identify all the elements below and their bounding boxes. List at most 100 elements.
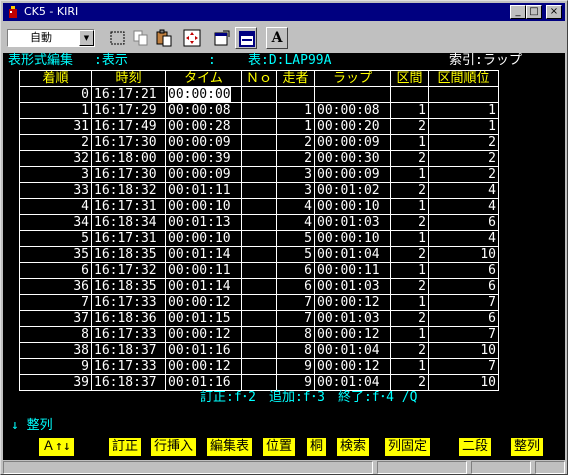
table-cell-section[interactable]: 1 [390, 358, 429, 375]
table-row[interactable]: 3 16:17:30 00:00:09 3 00:00:09 1 2 [19, 166, 499, 183]
table-cell-taim[interactable]: 00:00:00 [165, 86, 242, 103]
table-row[interactable]: 1 16:17:29 00:00:08 1 00:00:08 1 1 [19, 102, 499, 119]
table-cell-taim[interactable]: 00:01:16 [165, 374, 242, 391]
table-cell-runner[interactable]: 8 [276, 342, 315, 359]
table-cell-time[interactable]: 16:17:29 [91, 102, 166, 119]
minimize-button[interactable]: _ [510, 5, 526, 19]
table-cell-rank[interactable]: 35 [19, 246, 92, 263]
table-row[interactable]: 2 16:17:30 00:00:09 2 00:00:09 1 2 [19, 134, 499, 151]
table-cell-time[interactable]: 16:17:21 [91, 86, 166, 103]
table-cell-rank[interactable]: 9 [19, 358, 92, 375]
table-cell-no[interactable] [241, 326, 277, 343]
table-cell-runner[interactable]: 3 [276, 166, 315, 183]
table-cell-runner[interactable] [276, 86, 315, 103]
table-cell-section[interactable]: 2 [390, 182, 429, 199]
table-cell-no[interactable] [241, 342, 277, 359]
table-cell-no[interactable] [241, 118, 277, 135]
close-button[interactable]: × [546, 5, 562, 19]
table-cell-taim[interactable]: 00:00:12 [165, 358, 242, 375]
table-cell-section-rank[interactable] [428, 86, 499, 103]
table-cell-rank[interactable]: 1 [19, 102, 92, 119]
table-cell-runner[interactable]: 5 [276, 246, 315, 263]
paste-button[interactable] [153, 27, 175, 49]
table-cell-lap[interactable]: 00:00:12 [314, 294, 391, 311]
properties-button[interactable] [211, 27, 233, 49]
table-cell-lap[interactable]: 00:00:12 [314, 326, 391, 343]
table-cell-time[interactable]: 16:17:33 [91, 326, 166, 343]
table-cell-runner[interactable]: 1 [276, 118, 315, 135]
table-cell-section[interactable]: 2 [390, 342, 429, 359]
table-row[interactable]: 6 16:17:32 00:00:11 6 00:00:11 1 6 [19, 262, 499, 279]
table-cell-no[interactable] [241, 310, 277, 327]
table-cell-rank[interactable]: 37 [19, 310, 92, 327]
table-cell-lap[interactable]: 00:00:30 [314, 150, 391, 167]
table-cell-lap[interactable]: 00:01:04 [314, 246, 391, 263]
table-cell-section-rank[interactable]: 2 [428, 134, 499, 151]
table-cell-section-rank[interactable]: 10 [428, 342, 499, 359]
table-row[interactable]: 37 16:18:36 00:01:15 7 00:01:03 2 6 [19, 310, 499, 327]
table-cell-section-rank[interactable]: 2 [428, 150, 499, 167]
table-cell-lap[interactable]: 00:00:10 [314, 198, 391, 215]
maximize-button[interactable]: □ [526, 5, 542, 19]
table-cell-lap[interactable]: 00:00:09 [314, 166, 391, 183]
table-cell-no[interactable] [241, 102, 277, 119]
table-cell-time[interactable]: 16:17:31 [91, 230, 166, 247]
column-header[interactable]: タイム [165, 70, 242, 87]
table-cell-section-rank[interactable]: 4 [428, 230, 499, 247]
table-cell-no[interactable] [241, 134, 277, 151]
table-cell-time[interactable]: 16:17:32 [91, 262, 166, 279]
table-cell-time[interactable]: 16:18:35 [91, 246, 166, 263]
table-row[interactable]: 39 16:18:37 00:01:16 9 00:01:04 2 10 [19, 374, 499, 391]
table-cell-lap[interactable]: 00:00:12 [314, 358, 391, 375]
table-cell-lap[interactable]: 00:01:04 [314, 342, 391, 359]
table-cell-section-rank[interactable]: 6 [428, 214, 499, 231]
table-cell-taim[interactable]: 00:01:11 [165, 182, 242, 199]
table-cell-section-rank[interactable]: 7 [428, 326, 499, 343]
fkey-3[interactable]: 行挿入 [151, 438, 197, 456]
table-cell-runner[interactable]: 3 [276, 182, 315, 199]
table-cell-runner[interactable]: 2 [276, 150, 315, 167]
fkey-6[interactable]: 桐 [307, 438, 327, 456]
table-cell-taim[interactable]: 00:00:09 [165, 166, 242, 183]
table-cell-section-rank[interactable]: 1 [428, 102, 499, 119]
column-header[interactable]: 時刻 [91, 70, 166, 87]
table-cell-runner[interactable]: 2 [276, 134, 315, 151]
table-cell-runner[interactable]: 6 [276, 278, 315, 295]
table-row[interactable]: 5 16:17:31 00:00:10 5 00:00:10 1 4 [19, 230, 499, 247]
table-row[interactable]: 32 16:18:00 00:00:39 2 00:00:30 2 2 [19, 150, 499, 167]
table-cell-rank[interactable]: 7 [19, 294, 92, 311]
table-row[interactable]: 4 16:17:31 00:00:10 4 00:00:10 1 4 [19, 198, 499, 215]
fkey-2[interactable]: 訂正 [109, 438, 142, 456]
table-cell-no[interactable] [241, 86, 277, 103]
table-cell-section[interactable]: 2 [390, 118, 429, 135]
table-cell-taim[interactable]: 00:00:12 [165, 326, 242, 343]
table-cell-lap[interactable]: 00:00:20 [314, 118, 391, 135]
data-table[interactable]: 着順 時刻 タイム Ｎｏ 走者 ラップ 区間 区間順位 0 16:17:21 00:… [19, 70, 499, 391]
table-cell-taim[interactable]: 00:01:14 [165, 246, 242, 263]
table-cell-runner[interactable]: 1 [276, 102, 315, 119]
table-cell-no[interactable] [241, 230, 277, 247]
table-cell-no[interactable] [241, 214, 277, 231]
fkey-4[interactable]: 編集表 [207, 438, 253, 456]
terminal-area[interactable]: 表形式編集 :表示 : 表:D:LAP99A 索引:ラップ 着順 時刻 タイム … [3, 53, 565, 460]
table-cell-rank[interactable]: 6 [19, 262, 92, 279]
table-row[interactable]: 36 16:18:35 00:01:14 6 00:01:03 2 6 [19, 278, 499, 295]
table-cell-time[interactable]: 16:17:30 [91, 134, 166, 151]
table-cell-taim[interactable]: 00:00:28 [165, 118, 242, 135]
table-cell-no[interactable] [241, 294, 277, 311]
table-cell-taim[interactable]: 00:00:08 [165, 102, 242, 119]
active-cell-cursor[interactable]: 00:00:00 [168, 87, 231, 102]
table-row[interactable]: 0 16:17:21 00:00:00 [19, 86, 499, 103]
fkey-5[interactable]: 位置 [263, 438, 296, 456]
table-cell-lap[interactable]: 00:00:09 [314, 134, 391, 151]
table-cell-rank[interactable]: 2 [19, 134, 92, 151]
table-cell-runner[interactable]: 9 [276, 358, 315, 375]
table-cell-section-rank[interactable]: 1 [428, 118, 499, 135]
table-cell-time[interactable]: 16:18:32 [91, 182, 166, 199]
table-cell-section[interactable]: 2 [390, 150, 429, 167]
table-cell-no[interactable] [241, 278, 277, 295]
table-cell-no[interactable] [241, 198, 277, 215]
table-cell-no[interactable] [241, 374, 277, 391]
table-cell-runner[interactable]: 4 [276, 198, 315, 215]
table-cell-section[interactable]: 2 [390, 310, 429, 327]
